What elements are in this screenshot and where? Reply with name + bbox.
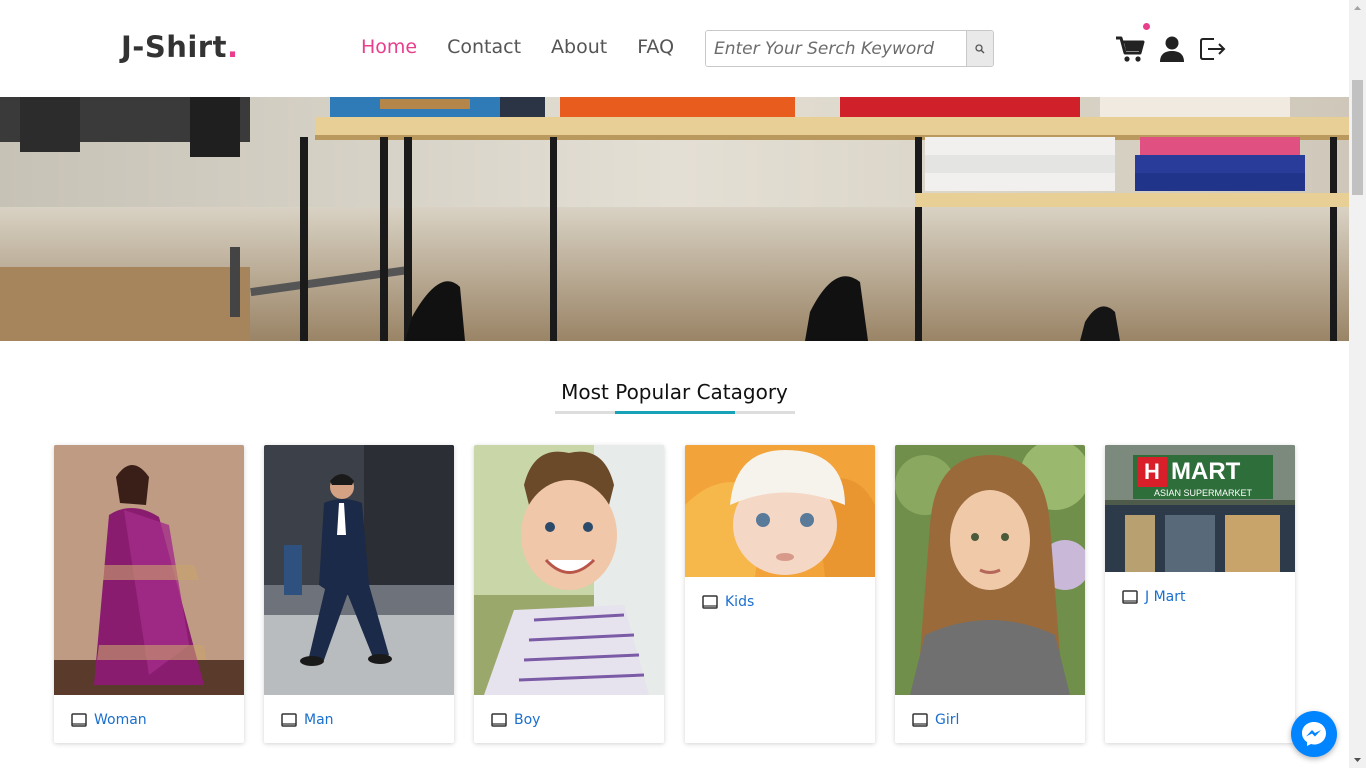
store-interior-image — [0, 97, 1349, 341]
logout-icon — [1200, 38, 1226, 60]
cart-icon — [1116, 36, 1145, 62]
nav-faq[interactable]: FAQ — [637, 36, 674, 58]
scrollbar-thumb[interactable] — [1352, 80, 1363, 195]
section-title: Most Popular Catagory — [561, 380, 788, 404]
site-header: J-Shirt. Home Contact About FAQ — [0, 0, 1349, 97]
kids-photo — [685, 445, 875, 577]
cart-button[interactable] — [1115, 23, 1150, 63]
category-card-boy[interactable]: Boy — [474, 445, 664, 743]
nav-home[interactable]: Home — [361, 36, 417, 58]
book-icon — [71, 713, 87, 727]
logout-button[interactable] — [1199, 35, 1227, 63]
title-underline-accent — [615, 411, 735, 414]
category-card-kids[interactable]: Kids — [685, 445, 875, 743]
page-scrollbar[interactable] — [1349, 0, 1366, 768]
main-nav: Home Contact About FAQ — [361, 36, 704, 58]
category-card-man[interactable]: Man — [264, 445, 454, 743]
category-label-row[interactable]: J Mart — [1122, 589, 1185, 605]
category-label-row[interactable]: Man — [281, 712, 334, 728]
scroll-down-arrow-icon[interactable] — [1349, 751, 1366, 768]
category-label-row[interactable]: Girl — [912, 712, 959, 728]
title-underline — [555, 411, 795, 414]
book-icon — [491, 713, 507, 727]
book-icon — [281, 713, 297, 727]
category-label-row[interactable]: Kids — [702, 594, 754, 610]
girl-photo — [895, 445, 1085, 695]
category-label[interactable]: Boy — [514, 712, 540, 728]
site-logo[interactable]: J-Shirt. — [121, 30, 239, 64]
nav-about[interactable]: About — [551, 36, 607, 58]
hero-banner — [0, 97, 1349, 341]
nav-contact[interactable]: Contact — [447, 36, 521, 58]
cart-badge — [1143, 23, 1150, 30]
category-label-row[interactable]: Boy — [491, 712, 540, 728]
category-label[interactable]: Girl — [935, 712, 959, 728]
account-button[interactable] — [1159, 35, 1185, 63]
store-logo-mark: H — [1137, 457, 1167, 487]
search-box — [705, 30, 994, 67]
messenger-icon — [1302, 722, 1326, 746]
category-label-row[interactable]: Woman — [71, 712, 147, 728]
messenger-chat-button[interactable] — [1291, 711, 1337, 757]
category-label[interactable]: J Mart — [1145, 589, 1185, 605]
book-icon — [702, 595, 718, 609]
header-actions — [1115, 23, 1227, 63]
store-photo: H MART ASIAN SUPERMARKET — [1105, 445, 1295, 572]
search-input[interactable] — [706, 31, 966, 66]
category-card-girl[interactable]: Girl — [895, 445, 1085, 743]
woman-photo — [54, 445, 244, 695]
search-icon — [975, 43, 985, 53]
store-sign-tagline: ASIAN SUPERMARKET — [1153, 488, 1253, 498]
book-icon — [1122, 590, 1138, 604]
category-card-j-mart[interactable]: H MART ASIAN SUPERMARKET J Mart — [1105, 445, 1295, 743]
man-photo — [264, 445, 454, 695]
category-label[interactable]: Woman — [94, 712, 147, 728]
scroll-up-arrow-icon[interactable] — [1349, 0, 1366, 17]
boy-photo — [474, 445, 664, 695]
user-icon — [1160, 36, 1184, 62]
book-icon — [912, 713, 928, 727]
category-label[interactable]: Kids — [725, 594, 754, 610]
category-label[interactable]: Man — [304, 712, 334, 728]
search-button[interactable] — [966, 31, 993, 66]
category-card-woman[interactable]: Woman — [54, 445, 244, 743]
store-sign-name: MART — [1171, 458, 1241, 485]
